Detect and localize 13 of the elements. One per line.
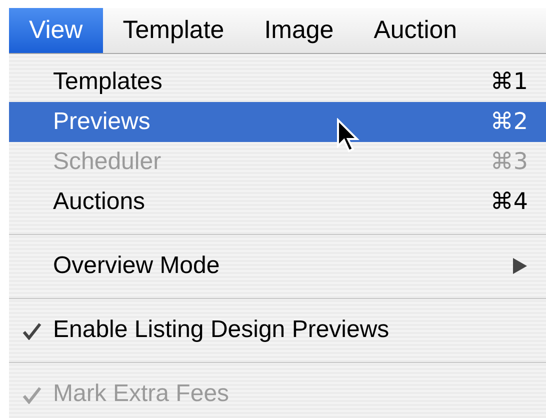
menu-bar-item[interactable]: View xyxy=(9,8,103,53)
menu-bar-item[interactable]: Image xyxy=(244,8,354,53)
submenu-arrow-icon xyxy=(512,257,528,275)
menu-item[interactable]: Templates ⌘1 xyxy=(9,62,546,102)
menu-bar-item[interactable]: Template xyxy=(102,8,244,53)
mouse-pointer-icon xyxy=(336,118,360,154)
menu-item[interactable]: Auctions ⌘4 xyxy=(9,182,546,222)
checkmark-icon xyxy=(22,322,42,340)
menu-bar-item[interactable]: Auction xyxy=(354,8,478,53)
menu-item[interactable]: Overview Mode xyxy=(9,246,546,286)
checkmark-icon xyxy=(22,386,42,404)
menu-item[interactable]: Enable Listing Design Previews xyxy=(9,310,546,350)
menu-item[interactable]: Previews ⌘2 xyxy=(9,102,546,142)
